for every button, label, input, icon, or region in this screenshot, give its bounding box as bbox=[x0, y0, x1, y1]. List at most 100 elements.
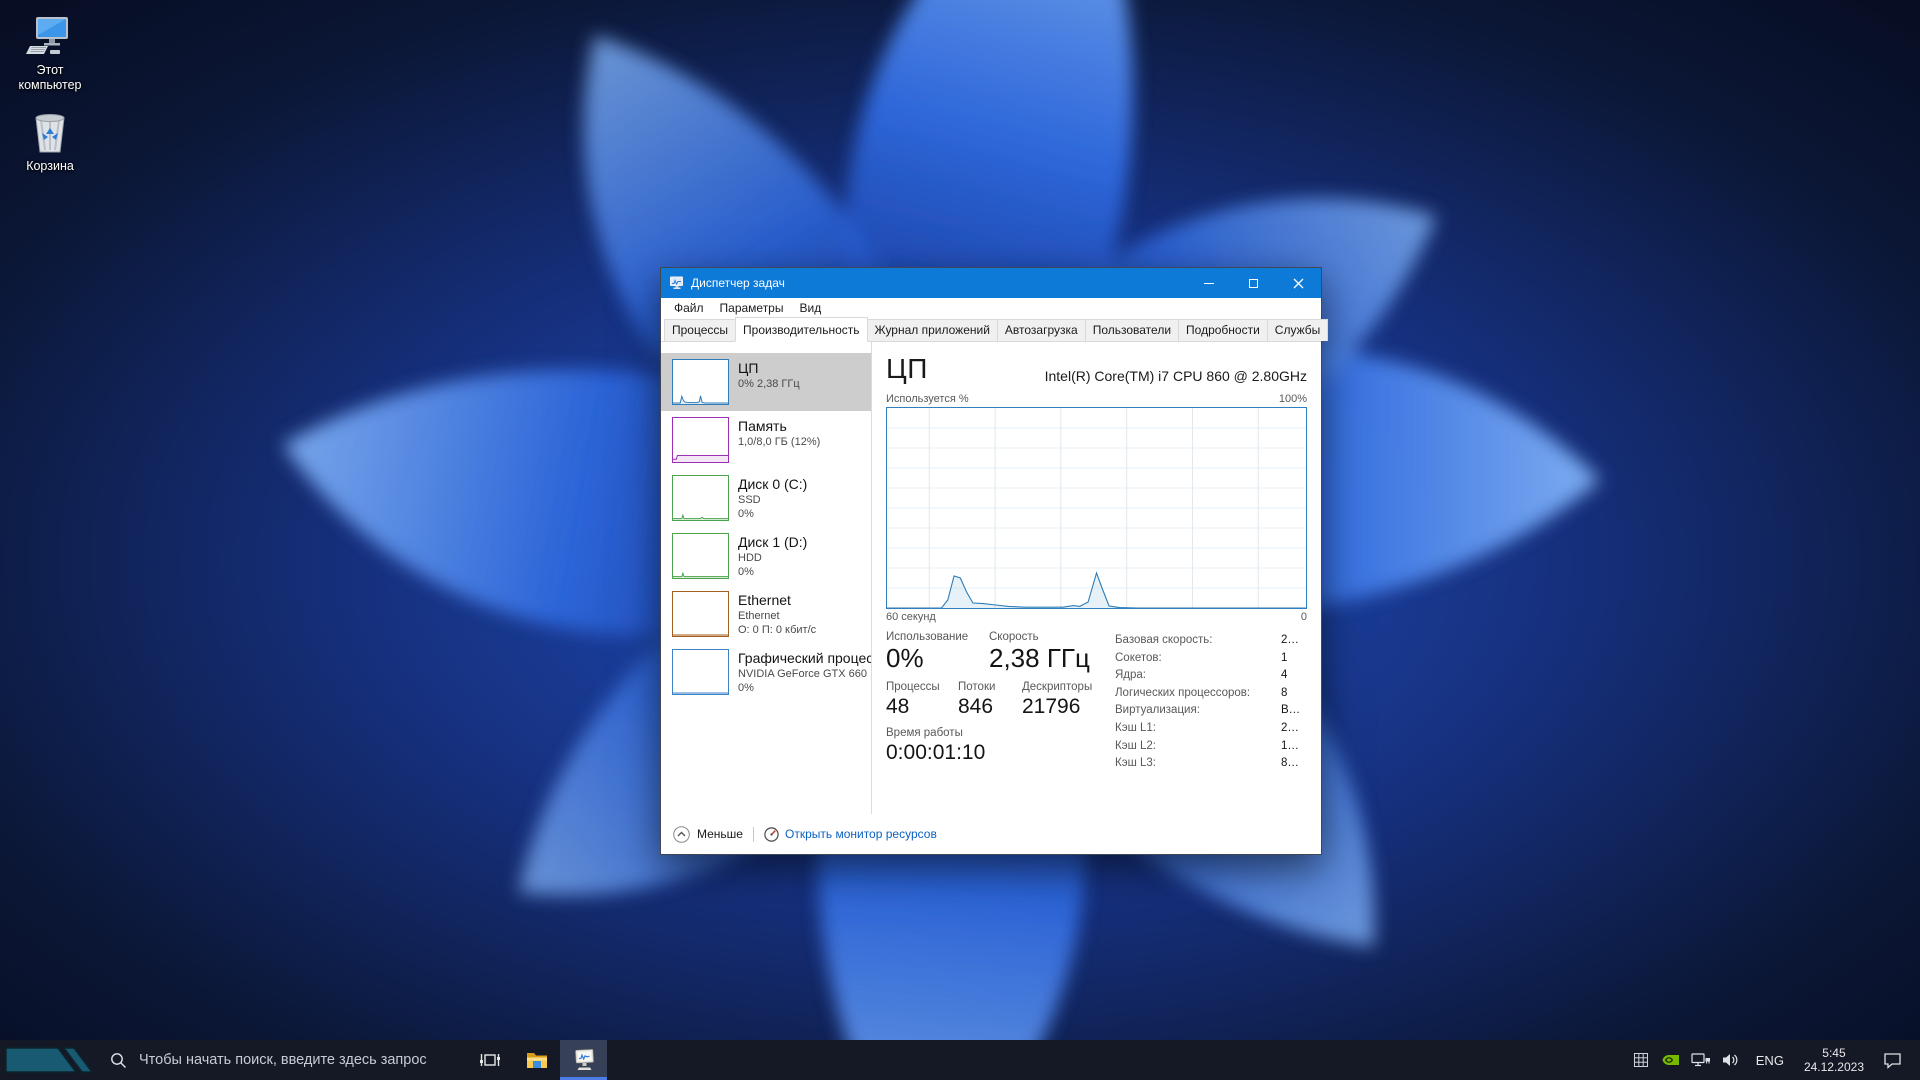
sidebar-item-disk-1[interactable]: Диск 1 (D:) HDD 0% bbox=[661, 527, 871, 585]
tab-app-history[interactable]: Журнал приложений bbox=[866, 319, 998, 341]
sidebar-item-detail: Ethernet bbox=[738, 610, 780, 622]
graph-ylabel: Используется % bbox=[886, 393, 969, 405]
start-button[interactable] bbox=[0, 1040, 96, 1080]
sidebar-item-text: Диск 0 (C:) SSD 0% bbox=[738, 475, 807, 521]
stat-label: Потоки bbox=[958, 681, 996, 693]
cpu-details-list: Базовая скорость: 2… Сокетов: 1 Ядра: 4 Логиче… bbox=[1115, 632, 1307, 773]
clock-date: 24.12.2023 bbox=[1803, 1060, 1864, 1074]
apps-grid-icon bbox=[1633, 1053, 1648, 1067]
tab-performance[interactable]: Производительность bbox=[735, 317, 868, 342]
stat-uptime: Время работы 0:00:01:10 bbox=[886, 727, 985, 766]
cpu-panel: ЦП Intel(R) Core(TM) i7 CPU 860 @ 2.80GH… bbox=[872, 342, 1321, 814]
menu-item-view[interactable]: Вид bbox=[791, 301, 829, 315]
task-manager-window: Диспетчер задач Файл Параметры Вид Процесс… bbox=[660, 267, 1329, 855]
network-tray-button[interactable] bbox=[1686, 1052, 1716, 1068]
cpu-usage-graph[interactable] bbox=[886, 407, 1307, 609]
sidebar-item-name: Графический процессор bbox=[738, 650, 871, 666]
graph-ymax-label: 100% bbox=[1278, 393, 1307, 405]
language-indicator[interactable]: ENG bbox=[1746, 1053, 1794, 1068]
sidebar-item-detail: 0% 2,38 ГГц bbox=[738, 378, 800, 390]
detail-l3-cache: Кэш L3: 8… bbox=[1115, 755, 1307, 773]
detail-label: Виртуализация: bbox=[1115, 704, 1200, 717]
open-resource-monitor-link[interactable]: Открыть монитор ресурсов bbox=[764, 826, 937, 842]
close-button[interactable] bbox=[1276, 268, 1321, 298]
detail-label: Сокетов: bbox=[1115, 651, 1162, 664]
task-view-icon bbox=[479, 1054, 500, 1066]
tab-startup[interactable]: Автозагрузка bbox=[996, 319, 1086, 341]
sidebar-item-text: ЦП 0% 2,38 ГГц bbox=[738, 359, 800, 391]
stat-processes: Процессы 48 bbox=[886, 681, 958, 720]
detail-label: Логических процессоров: bbox=[1115, 686, 1251, 699]
taskbar-clock[interactable]: 5:45 24.12.2023 bbox=[1794, 1046, 1874, 1074]
stats-row-1: Процессы 48 Потоки 846 Дескрипторы 21796 bbox=[886, 681, 1115, 720]
detail-cores: Ядра: 4 bbox=[1115, 667, 1307, 685]
detail-value: 8 bbox=[1281, 686, 1288, 699]
tab-details[interactable]: Подробности bbox=[1178, 319, 1268, 341]
graph-xmax-label: 0 bbox=[1300, 611, 1307, 623]
maximize-button[interactable] bbox=[1231, 268, 1276, 298]
stat-value: 0% bbox=[886, 643, 924, 673]
desktop-icon-label: Корзина bbox=[26, 159, 74, 173]
tab-processes[interactable]: Процессы bbox=[664, 319, 737, 341]
fewer-details-button[interactable]: Меньше bbox=[673, 825, 743, 843]
search-input[interactable] bbox=[139, 1052, 439, 1068]
detail-value: 2… bbox=[1281, 634, 1299, 646]
search-icon bbox=[111, 1052, 126, 1068]
window-titlebar[interactable]: Диспетчер задач bbox=[661, 268, 1321, 298]
start-logo-icon bbox=[5, 1047, 94, 1073]
gpu-mini-graph bbox=[672, 649, 729, 695]
detail-value: 1 bbox=[1281, 651, 1288, 664]
task-view-button[interactable] bbox=[466, 1040, 513, 1080]
stat-value: 21796 bbox=[1022, 695, 1081, 718]
file-explorer-button[interactable] bbox=[513, 1040, 560, 1080]
stat-value: 2,38 ГГц bbox=[989, 643, 1090, 673]
menu-item-file[interactable]: Файл bbox=[666, 301, 712, 315]
sidebar-item-detail: 0% bbox=[738, 682, 754, 694]
stat-label: Время работы bbox=[886, 727, 963, 739]
disk-0-mini-graph bbox=[672, 475, 729, 521]
clock-time: 5:45 bbox=[1822, 1046, 1846, 1060]
detail-sockets: Сокетов: 1 bbox=[1115, 650, 1307, 668]
performance-sidebar: ЦП 0% 2,38 ГГц Память 1,0/8,0 ГБ (12%) Диск … bbox=[661, 342, 872, 814]
desktop-icon-recycle-bin[interactable]: Корзина bbox=[6, 108, 94, 174]
detail-value: В… bbox=[1281, 704, 1301, 717]
stat-label: Использование bbox=[886, 631, 969, 643]
sidebar-item-cpu[interactable]: ЦП 0% 2,38 ГГц bbox=[661, 353, 871, 411]
window-title: Диспетчер задач bbox=[691, 276, 785, 290]
sidebar-item-memory[interactable]: Память 1,0/8,0 ГБ (12%) bbox=[661, 411, 871, 469]
sidebar-item-detail: 0% bbox=[738, 566, 754, 578]
sidebar-item-detail: О: 0 П: 0 кбит/с bbox=[738, 624, 817, 636]
sidebar-item-text: Ethernet Ethernet О: 0 П: 0 кбит/с bbox=[738, 591, 816, 637]
sidebar-item-disk-0[interactable]: Диск 0 (C:) SSD 0% bbox=[661, 469, 871, 527]
action-center-button[interactable] bbox=[1874, 1052, 1910, 1069]
stat-threads: Потоки 846 bbox=[958, 681, 1022, 720]
tab-services[interactable]: Службы bbox=[1266, 319, 1329, 341]
network-icon bbox=[1691, 1053, 1710, 1067]
taskbar-search[interactable] bbox=[96, 1040, 466, 1080]
disk-1-mini-graph bbox=[672, 533, 729, 579]
sidebar-item-ethernet[interactable]: Ethernet Ethernet О: 0 П: 0 кбит/с bbox=[661, 585, 871, 643]
stat-speed: Скорость 2,38 ГГц bbox=[989, 631, 1090, 674]
detail-value: 2… bbox=[1281, 721, 1299, 734]
hidden-icons-button[interactable] bbox=[1626, 1052, 1656, 1068]
detail-logical-processors: Логических процессоров: 8 bbox=[1115, 685, 1307, 703]
stat-label: Процессы bbox=[886, 681, 940, 693]
desktop-icon-computer[interactable]: Этот компьютер bbox=[6, 12, 94, 93]
maximize-icon bbox=[1249, 278, 1258, 288]
stat-value: 0:00:01:10 bbox=[886, 741, 986, 764]
sidebar-item-detail: SSD bbox=[738, 494, 761, 506]
detail-l1-cache: Кэш L1: 2… bbox=[1115, 720, 1307, 738]
task-manager-taskbar-button[interactable] bbox=[560, 1040, 607, 1080]
menu-item-options[interactable]: Параметры bbox=[712, 301, 792, 315]
task-manager-icon bbox=[574, 1049, 594, 1070]
chevron-up-circle-icon bbox=[673, 825, 690, 843]
sidebar-item-text: Память 1,0/8,0 ГБ (12%) bbox=[738, 417, 820, 449]
tab-users[interactable]: Пользователи bbox=[1084, 319, 1180, 341]
sidebar-item-name: Диск 1 (D:) bbox=[738, 534, 808, 550]
cpu-panel-title: ЦП bbox=[886, 353, 928, 384]
nvidia-tray-button[interactable] bbox=[1656, 1053, 1686, 1067]
minimize-button[interactable] bbox=[1186, 268, 1231, 298]
volume-tray-button[interactable] bbox=[1716, 1052, 1746, 1068]
sidebar-item-gpu[interactable]: Графический процессор NVIDIA GeForce GTX … bbox=[661, 643, 871, 701]
nvidia-icon bbox=[1662, 1055, 1679, 1065]
